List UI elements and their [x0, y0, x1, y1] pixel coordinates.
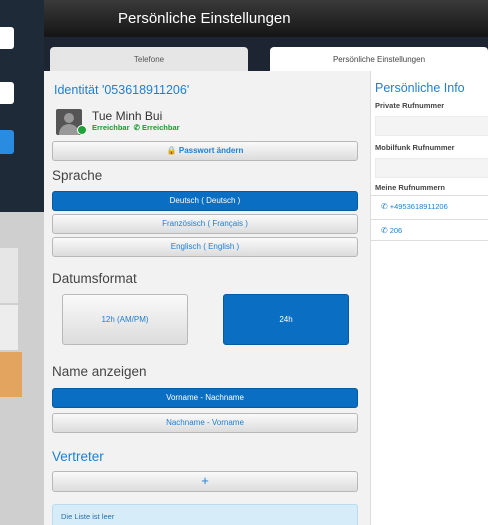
- presence-phone-label: Erreichbar: [142, 123, 180, 132]
- my-number-item[interactable]: ✆ 206: [371, 219, 488, 241]
- presence-label: Erreichbar: [92, 123, 130, 132]
- display-name-heading: Name anzeigen: [52, 364, 147, 379]
- tab-phones[interactable]: Telefone: [50, 47, 248, 71]
- date-format-12h[interactable]: 12h (AM/PM): [62, 294, 188, 345]
- background-control: [0, 27, 14, 49]
- personal-info-panel: Persönliche Info Private Rufnummer Mobil…: [370, 71, 488, 525]
- language-option-english[interactable]: Englisch ( English ): [52, 237, 358, 257]
- background-app: [0, 0, 44, 525]
- settings-column: Identität '053618911206' Tue Minh Bui Er…: [52, 71, 360, 525]
- background-strip: [0, 352, 22, 397]
- dialog-title: Persönliche Einstellungen: [44, 0, 488, 37]
- background-control: [0, 130, 14, 154]
- background-strip: [0, 248, 18, 303]
- my-number-item[interactable]: ✆ +4953618911206: [371, 195, 488, 217]
- tab-personal-settings[interactable]: Persönliche Einstellungen: [270, 47, 488, 71]
- my-numbers-label: Meine Rufnummern: [375, 183, 446, 192]
- background-control: [0, 82, 14, 104]
- display-name-first-last[interactable]: Vorname - Nachname: [52, 388, 358, 408]
- change-password-label: Passwort ändern: [178, 146, 244, 155]
- language-heading: Sprache: [52, 168, 103, 183]
- mobile-number-input[interactable]: [375, 158, 488, 178]
- phone-icon: ✆: [133, 123, 140, 132]
- date-format-24h[interactable]: 24h: [223, 294, 349, 345]
- dialog-content: Identität '053618911206' Tue Minh Bui Er…: [44, 71, 488, 525]
- tab-bar: Telefone Persönliche Einstellungen: [44, 37, 488, 71]
- change-password-button[interactable]: 🔒 Passwort ändern: [52, 141, 358, 161]
- user-name: Tue Minh Bui: [92, 109, 163, 123]
- settings-dialog: Persönliche Einstellungen Telefone Persö…: [44, 0, 488, 525]
- display-name-last-first[interactable]: Nachname - Vorname: [52, 413, 358, 433]
- mobile-number-label: Mobilfunk Rufnummer: [375, 143, 455, 152]
- phone-icon: ✆: [381, 202, 388, 211]
- add-deputy-button[interactable]: +: [52, 471, 358, 492]
- my-number-value: +4953618911206: [389, 202, 448, 211]
- language-option-german[interactable]: Deutsch ( Deutsch ): [52, 191, 358, 211]
- date-format-heading: Datumsformat: [52, 271, 137, 286]
- phone-icon: ✆: [381, 226, 388, 235]
- deputy-empty-message: Die Liste ist leer: [52, 504, 358, 525]
- online-status-icon: [77, 125, 87, 135]
- identity-heading: Identität '053618911206': [54, 83, 190, 97]
- private-number-input[interactable]: [375, 116, 488, 136]
- private-number-label: Private Rufnummer: [375, 101, 445, 110]
- background-strip: [0, 305, 18, 350]
- personal-info-heading: Persönliche Info: [375, 81, 465, 95]
- language-option-french[interactable]: Französisch ( Français ): [52, 214, 358, 234]
- my-number-value: 206: [389, 226, 403, 235]
- lock-icon: 🔒: [166, 146, 177, 155]
- deputy-heading: Vertreter: [52, 449, 104, 464]
- presence-status: Erreichbar ✆ Erreichbar: [92, 123, 180, 132]
